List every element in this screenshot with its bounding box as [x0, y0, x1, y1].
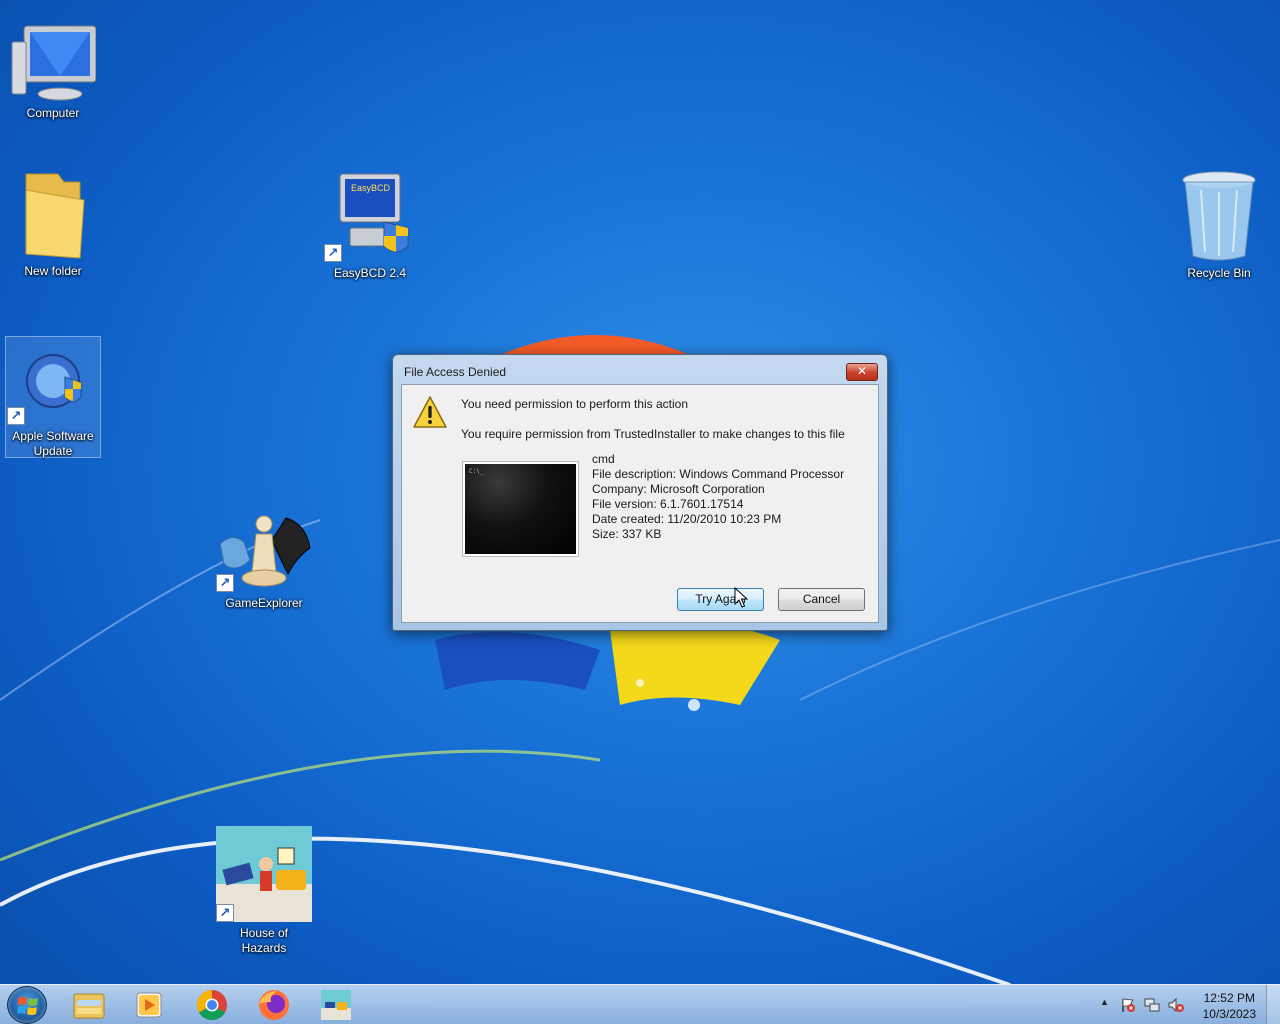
show-hidden-icons-arrow[interactable]: ▲ — [1100, 997, 1109, 1007]
action-center-flag-icon[interactable] — [1120, 997, 1136, 1013]
firefox-icon — [259, 990, 289, 1020]
close-icon: ✕ — [856, 364, 868, 378]
file-name: cmd — [592, 452, 615, 466]
folder-icon — [25, 173, 85, 259]
easybcd-badge: EasyBCD — [351, 183, 391, 193]
recycle-bin-icon — [1182, 171, 1256, 261]
mouse-cursor-icon — [734, 587, 748, 608]
computer-icon — [11, 25, 97, 101]
shortcut-arrow-icon: ↗ — [216, 904, 234, 922]
desktop-icon-label: EasyBCD 2.4 — [333, 266, 407, 280]
cancel-button[interactable]: Cancel — [778, 588, 865, 611]
file-company: Company: Microsoft Corporation — [592, 482, 765, 496]
network-icon[interactable] — [1144, 997, 1160, 1013]
show-desktop-button[interactable] — [1266, 985, 1280, 1024]
desktop-icon-easybcd[interactable]: EasyBCD ↗ EasyBCD 2.4 — [322, 170, 418, 281]
desktop-icon-new-folder[interactable]: New folder — [5, 170, 101, 279]
file-thumbnail: C:\_ — [462, 461, 579, 557]
taskbar: ▲ 12:52 PM 10/3/2023 — [0, 984, 1280, 1024]
close-button[interactable]: ✕ — [846, 363, 878, 381]
desktop-icon-gameexplorer[interactable]: ↗ GameExplorer — [216, 514, 312, 611]
taskbar-media-player[interactable] — [122, 988, 176, 1022]
cmd-preview: C:\_ — [465, 464, 576, 554]
desktop-icon-label: Apple Software Update — [12, 429, 94, 458]
taskbar-chrome[interactable] — [185, 988, 239, 1022]
desktop-icon-house-of-hazards[interactable]: ↗ House of Hazards — [216, 826, 312, 956]
house-of-hazards-icon — [321, 990, 351, 1020]
try-again-button[interactable]: Try Again — [677, 588, 764, 611]
media-player-icon — [136, 992, 162, 1018]
taskbar-house-of-hazards[interactable] — [309, 988, 363, 1022]
shortcut-arrow-icon: ↗ — [216, 574, 234, 592]
desktop-icon-label: New folder — [24, 264, 82, 278]
permission-message: You need permission to perform this acti… — [461, 397, 689, 411]
shortcut-arrow-icon: ↗ — [324, 244, 342, 262]
file-description: File description: Windows Command Proces… — [592, 467, 845, 481]
dialog-title: File Access Denied — [404, 365, 507, 379]
clock-time: 12:52 PM — [1203, 991, 1255, 1005]
desktop-icon-label: Recycle Bin — [1187, 266, 1251, 280]
dialog-body: You need permission to perform this acti… — [401, 384, 879, 623]
chrome-icon — [196, 990, 227, 1021]
file-version: File version: 6.1.7601.17514 — [592, 497, 744, 511]
file-date-created: Date created: 11/20/2010 10:23 PM — [592, 512, 782, 526]
windows-logo-icon — [17, 997, 38, 1015]
windows-explorer-icon — [73, 993, 105, 1019]
desktop-icon-label: GameExplorer — [225, 596, 303, 610]
clock-date: 10/3/2023 — [1202, 1007, 1256, 1021]
file-access-denied-dialog: File Access Denied ✕ You need permission… — [392, 354, 888, 631]
file-size: Size: 337 KB — [592, 527, 662, 541]
volume-muted-icon[interactable] — [1168, 997, 1184, 1013]
warning-icon — [413, 396, 447, 428]
desktop-icon-label: House of Hazards — [239, 926, 289, 955]
permission-detail: You require permission from TrustedInsta… — [461, 427, 845, 441]
shortcut-arrow-icon: ↗ — [7, 407, 25, 425]
taskbar-clock[interactable]: 12:52 PM 10/3/2023 — [1203, 990, 1256, 1022]
taskbar-windows-explorer[interactable] — [62, 988, 116, 1022]
desktop-icon-label: Computer — [26, 106, 80, 120]
desktop-icon-computer[interactable]: Computer — [5, 24, 101, 121]
taskbar-firefox[interactable] — [247, 988, 301, 1022]
system-tray: ▲ 12:52 PM 10/3/2023 — [1090, 985, 1280, 1024]
file-info: cmd File description: Windows Command Pr… — [592, 452, 844, 542]
desktop-icon-recycle-bin[interactable]: Recycle Bin — [1171, 170, 1267, 281]
desktop-icon-apple-software-update[interactable]: ↗ Apple Software Update — [5, 336, 101, 458]
start-button[interactable] — [7, 986, 47, 1024]
